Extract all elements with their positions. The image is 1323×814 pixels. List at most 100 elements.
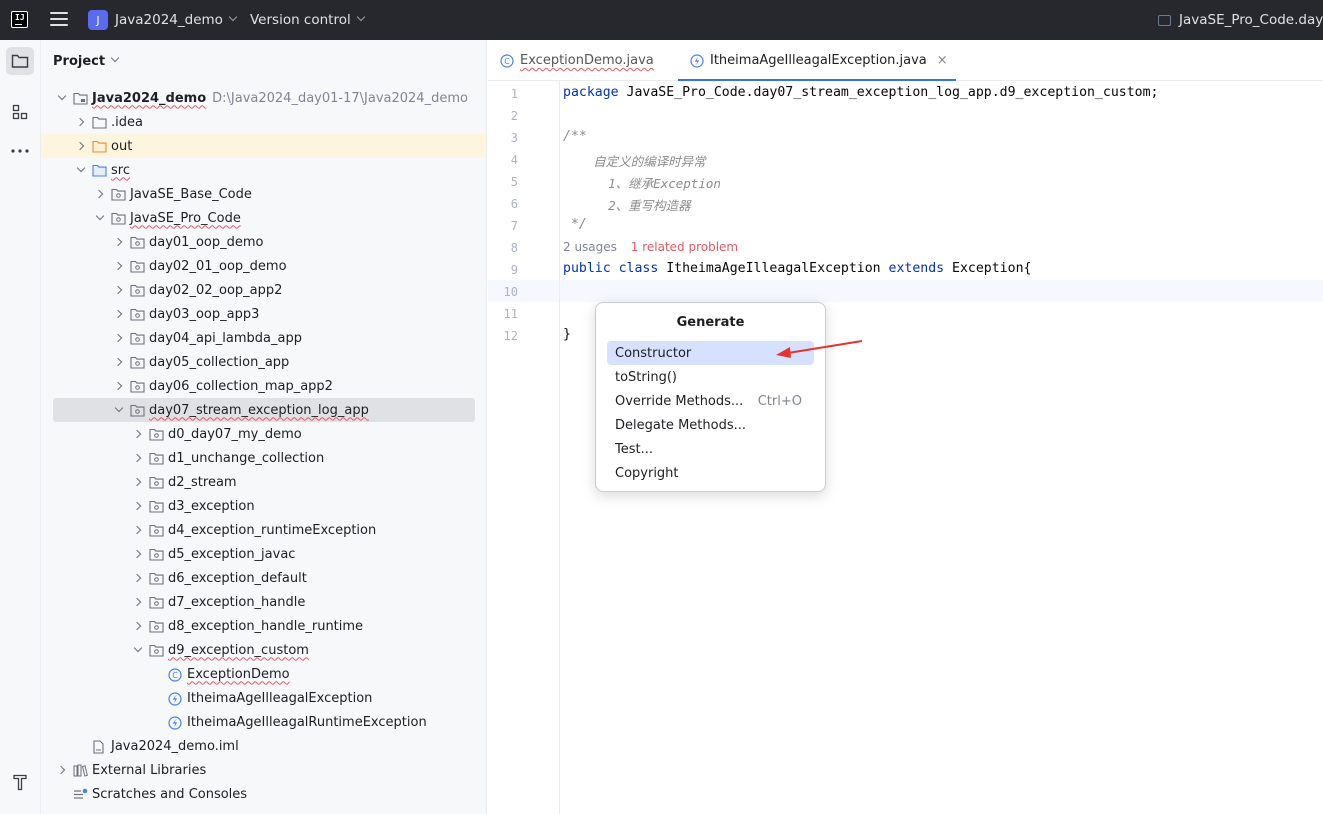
- chevron-right-icon[interactable]: [112, 331, 126, 345]
- tree-item[interactable]: d7_exception_handle: [41, 590, 486, 614]
- more-tools-icon[interactable]: [6, 137, 34, 165]
- tree-item[interactable]: d5_exception_javac: [41, 542, 486, 566]
- chevron-right-icon[interactable]: [131, 427, 145, 441]
- tree-item[interactable]: d1_unchange_collection: [41, 446, 486, 470]
- line-number[interactable]: 2: [488, 109, 518, 123]
- line-number[interactable]: 7: [488, 219, 518, 233]
- tree-item[interactable]: day07_stream_exception_log_app: [53, 398, 475, 422]
- tab-itheima-exception[interactable]: ItheimaAgeIlleagalException.java ×: [678, 40, 956, 81]
- code-line-4[interactable]: 自定义的编译时异常: [563, 151, 706, 170]
- tree-item[interactable]: Java2024_demo.iml: [41, 734, 486, 758]
- line-number[interactable]: 12: [488, 329, 518, 343]
- main-menu-icon[interactable]: [50, 12, 68, 28]
- line-number[interactable]: 11: [488, 307, 518, 321]
- chevron-right-icon[interactable]: [131, 547, 145, 561]
- usages-hint[interactable]: 2 usages: [563, 240, 617, 254]
- tree-item[interactable]: day02_01_oop_demo: [41, 254, 486, 278]
- tree-item[interactable]: d0_day07_my_demo: [41, 422, 486, 446]
- chevron-right-icon[interactable]: [112, 259, 126, 273]
- chevron-right-icon[interactable]: [112, 355, 126, 369]
- chevron-down-icon[interactable]: [55, 91, 69, 105]
- intellij-logo-icon[interactable]: IJ: [11, 11, 28, 28]
- chevron-right-icon[interactable]: [112, 283, 126, 297]
- project-tool-icon[interactable]: [6, 47, 34, 75]
- line-number[interactable]: 5: [488, 175, 518, 189]
- chevron-down-icon[interactable]: [131, 643, 145, 657]
- generate-copyright-item[interactable]: Copyright: [607, 461, 814, 485]
- chevron-right-icon[interactable]: [112, 235, 126, 249]
- run-configuration-selector[interactable]: JavaSE_Pro_Code.day0: [1158, 10, 1323, 30]
- related-problem-hint[interactable]: 1 related problem: [631, 240, 738, 254]
- line-number[interactable]: 8: [488, 241, 518, 255]
- close-icon[interactable]: ×: [937, 53, 948, 68]
- tree-item[interactable]: JavaSE_Base_Code: [41, 182, 486, 206]
- chevron-right-icon[interactable]: [93, 187, 107, 201]
- tree-item[interactable]: day04_api_lambda_app: [41, 326, 486, 350]
- tree-item[interactable]: JavaSE_Pro_Code: [41, 206, 486, 230]
- tree-item[interactable]: day03_oop_app3: [41, 302, 486, 326]
- tree-item[interactable]: ItheimaAgeIlleagalException: [41, 686, 486, 710]
- version-control-menu[interactable]: Version control: [250, 10, 365, 30]
- tree-item[interactable]: out: [41, 134, 486, 158]
- tree-item[interactable]: d2_stream: [41, 470, 486, 494]
- tree-item[interactable]: d4_exception_runtimeException: [41, 518, 486, 542]
- tree-item[interactable]: ItheimaAgeIlleagalRuntimeException: [41, 710, 486, 734]
- generate-delegate-methods-item[interactable]: Delegate Methods...: [607, 413, 814, 437]
- code-line-1[interactable]: package JavaSE_Pro_Code.day07_stream_exc…: [563, 85, 1158, 100]
- code-line-3[interactable]: /**: [563, 129, 587, 144]
- generate-tostring-item[interactable]: toString(): [607, 365, 814, 389]
- chevron-right-icon[interactable]: [74, 115, 88, 129]
- tree-item[interactable]: day05_collection_app: [41, 350, 486, 374]
- tree-item[interactable]: d9_exception_custom: [41, 638, 486, 662]
- line-number[interactable]: 4: [488, 153, 518, 167]
- project-panel-title[interactable]: Project: [53, 52, 120, 70]
- tree-item[interactable]: External Libraries: [41, 758, 486, 782]
- chevron-down-icon[interactable]: [112, 403, 126, 417]
- chevron-right-icon[interactable]: [131, 475, 145, 489]
- line-number[interactable]: 1: [488, 87, 518, 101]
- chevron-right-icon[interactable]: [55, 763, 69, 777]
- chevron-right-icon[interactable]: [131, 499, 145, 513]
- structure-tool-icon[interactable]: [6, 98, 34, 126]
- tab-label: ExceptionDemo.java: [520, 53, 654, 68]
- shortcut-hint: Ctrl+O: [757, 393, 802, 409]
- chevron-down-icon[interactable]: [74, 163, 88, 177]
- tree-item[interactable]: day01_oop_demo: [41, 230, 486, 254]
- line-number[interactable]: 3: [488, 131, 518, 145]
- line-number[interactable]: 6: [488, 197, 518, 211]
- chevron-right-icon[interactable]: [131, 595, 145, 609]
- package-icon: [149, 452, 164, 465]
- code-line-6[interactable]: 2、重写构造器: [563, 195, 691, 214]
- build-hammer-icon[interactable]: [6, 768, 34, 796]
- chevron-right-icon[interactable]: [74, 139, 88, 153]
- code-line-11[interactable]: }: [563, 327, 571, 342]
- chevron-right-icon[interactable]: [131, 619, 145, 633]
- tree-item[interactable]: d8_exception_handle_runtime: [41, 614, 486, 638]
- tree-item[interactable]: C ExceptionDemo: [41, 662, 486, 686]
- chevron-right-icon[interactable]: [112, 307, 126, 321]
- chevron-right-icon[interactable]: [112, 379, 126, 393]
- tree-item[interactable]: d3_exception: [41, 494, 486, 518]
- tree-item[interactable]: day06_collection_map_app2: [41, 374, 486, 398]
- tab-exception-demo[interactable]: C ExceptionDemo.java: [500, 40, 654, 81]
- code-line-5[interactable]: 1、继承Exception: [563, 173, 721, 192]
- code-line-8[interactable]: public class ItheimaAgeIlleagalException…: [563, 261, 1031, 276]
- tree-item[interactable]: d6_exception_default: [41, 566, 486, 590]
- tree-item[interactable]: src: [41, 158, 486, 182]
- chevron-right-icon[interactable]: [131, 523, 145, 537]
- chevron-down-icon[interactable]: [93, 211, 107, 225]
- line-number[interactable]: 9: [488, 263, 518, 277]
- chevron-right-icon[interactable]: [131, 571, 145, 585]
- project-switcher[interactable]: J Java2024_demo: [88, 10, 238, 30]
- chevron-right-icon[interactable]: [131, 451, 145, 465]
- tree-item[interactable]: day02_02_oop_app2: [41, 278, 486, 302]
- module-folder-icon: [73, 92, 88, 105]
- line-number[interactable]: 10: [488, 285, 518, 299]
- code-line-7[interactable]: */: [563, 217, 587, 232]
- annotation-arrow-icon: [776, 340, 863, 358]
- generate-test-item[interactable]: Test...: [607, 437, 814, 461]
- tree-item[interactable]: .idea: [41, 110, 486, 134]
- tree-item[interactable]: Scratches and Consoles: [41, 782, 486, 806]
- tree-item[interactable]: Java2024_demo D:\Java2024_day01-17\Java20…: [41, 86, 486, 110]
- generate-override-methods-item[interactable]: Override Methods... Ctrl+O: [607, 389, 814, 413]
